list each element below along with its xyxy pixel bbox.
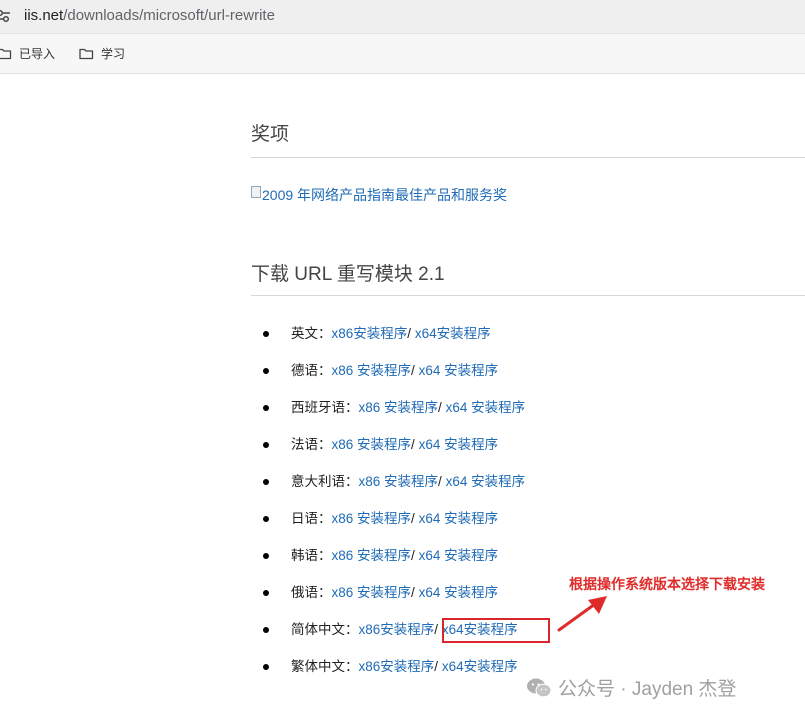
separator: / [411, 585, 415, 600]
separator: / [438, 474, 442, 489]
awards-divider [251, 157, 805, 158]
watermark-text: 公众号 · Jayden 杰登 [558, 679, 737, 700]
address-bar[interactable]: iis.net/downloads/microsoft/url-rewrite [0, 0, 805, 34]
x86-installer-link[interactable]: x86安装程序 [359, 622, 435, 637]
x86-installer-link[interactable]: x86 安装程序 [332, 511, 412, 526]
list-item-italian: 意大利语：x86 安装程序/ x64 安装程序 [263, 472, 526, 492]
x86-installer-link[interactable]: x86 安装程序 [332, 548, 412, 563]
separator: / [407, 326, 412, 341]
url-host: iis.net [24, 7, 64, 24]
list-item-traditional-chinese: 繁体中文：x86安装程序/ x64安装程序 [263, 657, 518, 677]
language-label: 韩语： [291, 548, 332, 563]
x64-installer-link[interactable]: x64 安装程序 [419, 437, 499, 452]
x86-installer-link[interactable]: x86 安装程序 [332, 585, 412, 600]
language-label: 西班牙语： [291, 400, 359, 415]
awards-heading: 奖项 [251, 124, 290, 145]
language-label: 简体中文： [291, 622, 359, 637]
language-label: 俄语： [291, 585, 332, 600]
bullet [263, 664, 269, 670]
separator: / [438, 400, 442, 415]
language-label: 意大利语： [291, 474, 359, 489]
bullet [263, 516, 269, 522]
separator: / [434, 622, 439, 637]
bookmarks-bar: 已导入 学习 [0, 34, 805, 74]
separator: / [411, 548, 415, 563]
download-divider [251, 295, 805, 296]
bullet [263, 368, 269, 374]
language-label: 英文： [291, 326, 332, 341]
separator: / [411, 437, 415, 452]
x86-installer-link[interactable]: x86 安装程序 [359, 400, 439, 415]
separator: / [434, 659, 439, 674]
x64-installer-link[interactable]: x64 安装程序 [446, 474, 526, 489]
list-item-spanish: 西班牙语：x86 安装程序/ x64 安装程序 [263, 398, 526, 418]
language-label: 繁体中文： [291, 659, 359, 674]
separator: / [411, 511, 415, 526]
x86-installer-link[interactable]: x86安装程序 [332, 326, 408, 341]
x64-installer-link[interactable]: x64 安装程序 [419, 511, 499, 526]
bookmark-label: 已导入 [19, 47, 56, 61]
x64-installer-link[interactable]: x64 安装程序 [446, 400, 526, 415]
bullet [263, 442, 269, 448]
language-label: 日语： [291, 511, 332, 526]
bullet [263, 553, 269, 559]
annotation-text: 根据操作系统版本选择下载安装 [569, 576, 765, 592]
x86-installer-link[interactable]: x86 安装程序 [359, 474, 439, 489]
list-item-korean: 韩语：x86 安装程序/ x64 安装程序 [263, 546, 499, 566]
x86-installer-link[interactable]: x86 安装程序 [332, 363, 412, 378]
x86-installer-link[interactable]: x86安装程序 [359, 659, 435, 674]
broken-image-icon [251, 186, 261, 198]
bullet [263, 590, 269, 596]
bullet [263, 627, 269, 633]
x64-installer-link[interactable]: x64 安装程序 [419, 585, 499, 600]
wechat-icon [527, 678, 552, 697]
award-link-text: 2009 年网络产品指南最佳产品和服务奖 [262, 187, 508, 203]
watermark: 公众号 · Jayden 杰登 [526, 674, 736, 701]
list-item-german: 德语：x86 安装程序/ x64 安装程序 [263, 361, 499, 381]
download-heading: 下载 URL 重写模块 2.1 [251, 264, 445, 285]
annotation-arrow-icon [557, 596, 607, 632]
bullet [263, 479, 269, 485]
bullet [263, 405, 269, 411]
url-path: /downloads/microsoft/url-rewrite [63, 7, 275, 24]
list-item-english: 英文：x86安装程序/ x64安装程序 [263, 324, 491, 344]
bookmark-study[interactable]: 学习 [79, 45, 125, 62]
list-item-french: 法语：x86 安装程序/ x64 安装程序 [263, 435, 499, 455]
separator: / [411, 363, 415, 378]
folder-icon [0, 48, 12, 60]
language-label: 德语： [291, 363, 332, 378]
highlight-box [442, 618, 550, 643]
folder-icon [79, 48, 94, 60]
x64-installer-link[interactable]: x64 安装程序 [419, 548, 499, 563]
list-item-russian: 俄语：x86 安装程序/ x64 安装程序 [263, 583, 499, 603]
language-label: 法语： [291, 437, 332, 452]
x86-installer-link[interactable]: x86 安装程序 [332, 437, 412, 452]
url-text[interactable]: iis.net/downloads/microsoft/url-rewrite [24, 6, 275, 26]
site-settings-icon[interactable] [0, 7, 12, 25]
bullet [263, 331, 269, 337]
list-item-japanese: 日语：x86 安装程序/ x64 安装程序 [263, 509, 499, 529]
bookmark-label: 学习 [101, 47, 126, 61]
award-link[interactable]: 2009 年网络产品指南最佳产品和服务奖 [251, 185, 507, 205]
x64-installer-link[interactable]: x64安装程序 [442, 659, 518, 674]
x64-installer-link[interactable]: x64安装程序 [415, 326, 491, 341]
bookmark-imported[interactable]: 已导入 [0, 45, 55, 62]
x64-installer-link[interactable]: x64 安装程序 [419, 363, 499, 378]
